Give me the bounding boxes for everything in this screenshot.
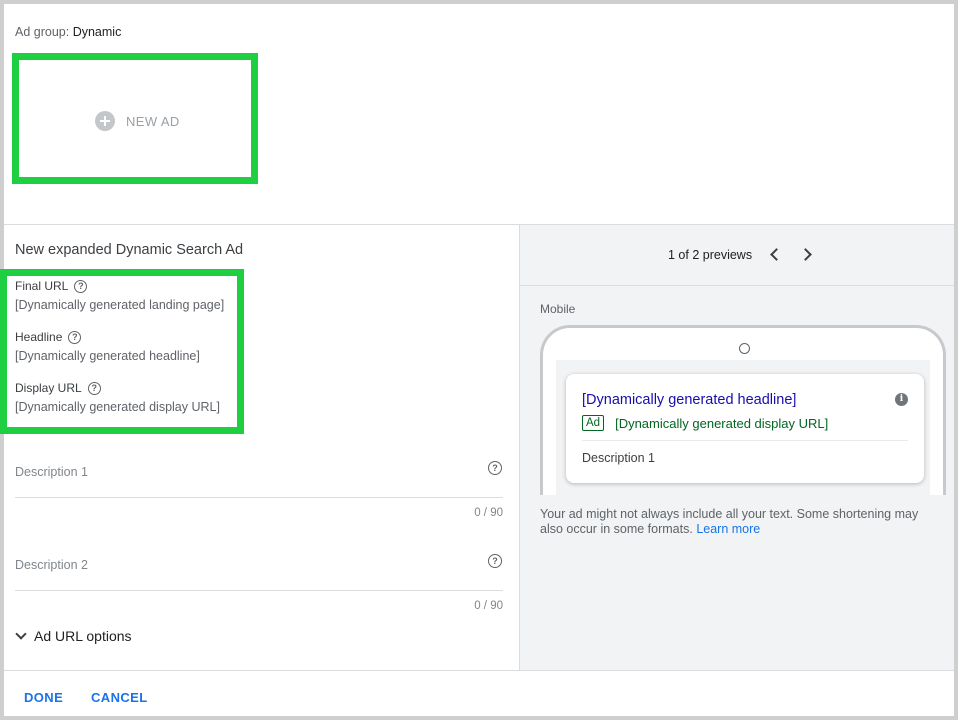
add-circle-icon [95, 111, 115, 131]
learn-more-link[interactable]: Learn more [696, 522, 760, 536]
ad-preview-headline: [Dynamically generated headline] [582, 392, 797, 408]
chevron-down-icon [15, 628, 27, 640]
done-button[interactable]: DONE [24, 690, 63, 705]
ad-preview-url-line: Ad [Dynamically generated display URL] [582, 415, 828, 431]
ad-preview-card: [Dynamically generated headline] i Ad [D… [566, 374, 924, 483]
final-url-value: [Dynamically generated landing page] [15, 298, 225, 312]
display-url-value: [Dynamically generated display URL] [15, 400, 220, 414]
form-title: New expanded Dynamic Search Ad [15, 242, 244, 258]
new-ad-button[interactable]: NEW AD [95, 111, 180, 131]
help-icon[interactable]: ? [74, 279, 88, 293]
preview-disclaimer: Your ad might not always include all you… [540, 507, 919, 536]
phone-camera-icon [739, 343, 750, 354]
ad-card-divider [582, 440, 908, 441]
help-icon[interactable]: ? [87, 381, 101, 395]
ad-preview-display-url: [Dynamically generated display URL] [615, 415, 829, 431]
display-url-label: Display URL ? [15, 381, 101, 395]
chevron-right-icon[interactable] [799, 248, 812, 261]
description-2-placeholder: Description 2 [15, 558, 88, 572]
phone-screen: [Dynamically generated headline] i Ad [D… [556, 360, 930, 495]
info-icon[interactable]: i [895, 393, 908, 406]
preview-count: 1 of 2 previews [668, 248, 753, 262]
chevron-left-icon[interactable] [770, 248, 783, 261]
final-url-label: Final URL ? [15, 279, 88, 293]
preview-toolbar: 1 of 2 previews [520, 225, 954, 286]
ad-group-breadcrumb: Ad group: Dynamic [15, 25, 121, 39]
description-2-counter: 0 / 90 [474, 600, 503, 612]
help-icon[interactable]: ? [488, 461, 502, 475]
ad-url-options-toggle[interactable]: Ad URL options [15, 628, 132, 644]
help-icon[interactable]: ? [488, 554, 502, 568]
cancel-button[interactable]: CANCEL [91, 690, 148, 705]
description-1-placeholder: Description 1 [15, 465, 88, 479]
description-1-counter: 0 / 90 [474, 507, 503, 519]
device-label: Mobile [540, 302, 576, 316]
headline-value: [Dynamically generated headline] [15, 349, 200, 363]
input-underline [15, 497, 503, 498]
ad-form-panel: New expanded Dynamic Search Ad Final URL… [0, 225, 519, 670]
ad-group-label: Ad group: [15, 25, 70, 39]
help-icon[interactable]: ? [68, 330, 82, 344]
headline-label: Headline ? [15, 330, 82, 344]
ad-url-options-label: Ad URL options [34, 628, 132, 644]
preview-panel: 1 of 2 previews Mobile [Dynamically gene… [519, 225, 954, 670]
editor-frame: Ad group: Dynamic NEW AD New expanded Dy… [0, 0, 958, 720]
new-ad-label: NEW AD [126, 113, 180, 129]
footer-divider [4, 670, 954, 671]
input-underline [15, 590, 503, 591]
ad-badge: Ad [582, 415, 605, 431]
ad-group-name: Dynamic [72, 25, 122, 39]
phone-frame: [Dynamically generated headline] i Ad [D… [540, 325, 946, 495]
ad-preview-description: Description 1 [582, 451, 655, 465]
